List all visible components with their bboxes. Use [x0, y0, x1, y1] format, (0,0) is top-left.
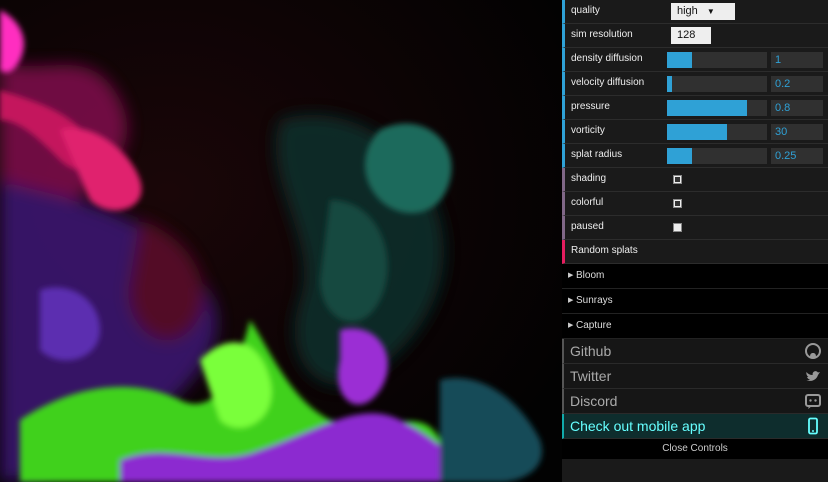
sim-resolution-select[interactable]: 128 ▼: [671, 27, 711, 57]
density-diffusion-slider-fill: [667, 52, 692, 68]
discord-link-label: Discord: [570, 393, 618, 409]
colorful-label: colorful: [571, 197, 604, 208]
quality-control: quality high ▼: [562, 0, 828, 24]
density-diffusion-input[interactable]: 1: [771, 52, 823, 68]
paused-label: paused: [571, 221, 604, 232]
vorticity-slider-fill: [667, 124, 727, 140]
mobile-phone-icon: [808, 417, 818, 435]
sim-resolution-value: 128: [677, 29, 696, 41]
velocity-diffusion-slider[interactable]: [667, 76, 767, 92]
capture-folder[interactable]: ▶ Capture: [562, 314, 828, 339]
random-splats-label: Random splats: [571, 245, 638, 256]
pressure-control: pressure 0.8: [562, 96, 828, 120]
density-diffusion-control: density diffusion 1: [562, 48, 828, 72]
quality-label: quality: [571, 5, 600, 16]
github-icon: [805, 343, 821, 359]
sim-resolution-control: sim resolution 128 ▼: [562, 24, 828, 57]
sunrays-folder-title: Sunrays: [576, 295, 613, 306]
shading-label: shading: [571, 173, 607, 184]
bloom-folder[interactable]: ▶ Bloom: [562, 264, 828, 289]
vorticity-input[interactable]: 30: [771, 124, 823, 140]
density-diffusion-slider[interactable]: [667, 52, 767, 68]
paused-checkbox[interactable]: [673, 223, 682, 232]
close-controls-button[interactable]: Close Controls: [562, 439, 828, 459]
fluid-simulation[interactable]: [0, 0, 562, 482]
random-splats-button[interactable]: Random splats: [562, 240, 828, 264]
controls-panel: quality high ▼ sim resolution 128 ▼ dens…: [562, 0, 828, 482]
github-link-label: Github: [570, 343, 612, 359]
sunrays-folder[interactable]: ▶ Sunrays: [562, 289, 828, 314]
mobile-app-link[interactable]: Check out mobile app: [562, 414, 828, 439]
splat-radius-slider[interactable]: [667, 148, 767, 164]
quality-value: high: [677, 5, 698, 17]
velocity-diffusion-label: velocity diffusion: [571, 77, 645, 88]
expand-triangle-icon: ▶: [568, 272, 574, 279]
velocity-diffusion-slider-fill: [667, 76, 672, 92]
expand-triangle-icon: ▶: [568, 297, 574, 304]
twitter-icon: [806, 371, 820, 381]
capture-folder-title: Capture: [576, 320, 612, 331]
discord-icon: [805, 394, 821, 409]
vorticity-slider[interactable]: [667, 124, 767, 140]
bloom-folder-title: Bloom: [576, 270, 605, 281]
quality-select[interactable]: high ▼: [671, 3, 735, 20]
mobile-app-link-label: Check out mobile app: [570, 418, 706, 434]
splat-radius-slider-fill: [667, 148, 692, 164]
splat-radius-control: splat radius 0.25: [562, 144, 828, 168]
pressure-slider-fill: [667, 100, 747, 116]
discord-link[interactable]: Discord: [562, 389, 828, 414]
density-diffusion-label: density diffusion: [571, 53, 643, 64]
splat-radius-label: splat radius: [571, 149, 623, 160]
velocity-diffusion-input[interactable]: 0.2: [771, 76, 823, 92]
colorful-control: colorful: [562, 192, 828, 216]
sim-resolution-label: sim resolution: [571, 29, 633, 40]
twitter-link-label: Twitter: [570, 368, 612, 384]
velocity-diffusion-control: velocity diffusion 0.2: [562, 72, 828, 96]
pressure-label: pressure: [571, 101, 610, 112]
paused-control: paused: [562, 216, 828, 240]
vorticity-label: vorticity: [571, 125, 605, 136]
pressure-input[interactable]: 0.8: [771, 100, 823, 116]
splat-radius-input[interactable]: 0.25: [771, 148, 823, 164]
dropdown-arrow-icon: ▼: [706, 7, 715, 16]
github-link[interactable]: Github: [562, 339, 828, 364]
shading-control: shading: [562, 168, 828, 192]
shading-checkbox[interactable]: [673, 175, 682, 184]
expand-triangle-icon: ▶: [568, 322, 574, 329]
fluid-canvas[interactable]: [0, 0, 562, 482]
twitter-link[interactable]: Twitter: [562, 364, 828, 389]
pressure-slider[interactable]: [667, 100, 767, 116]
vorticity-control: vorticity 30: [562, 120, 828, 144]
colorful-checkbox[interactable]: [673, 199, 682, 208]
